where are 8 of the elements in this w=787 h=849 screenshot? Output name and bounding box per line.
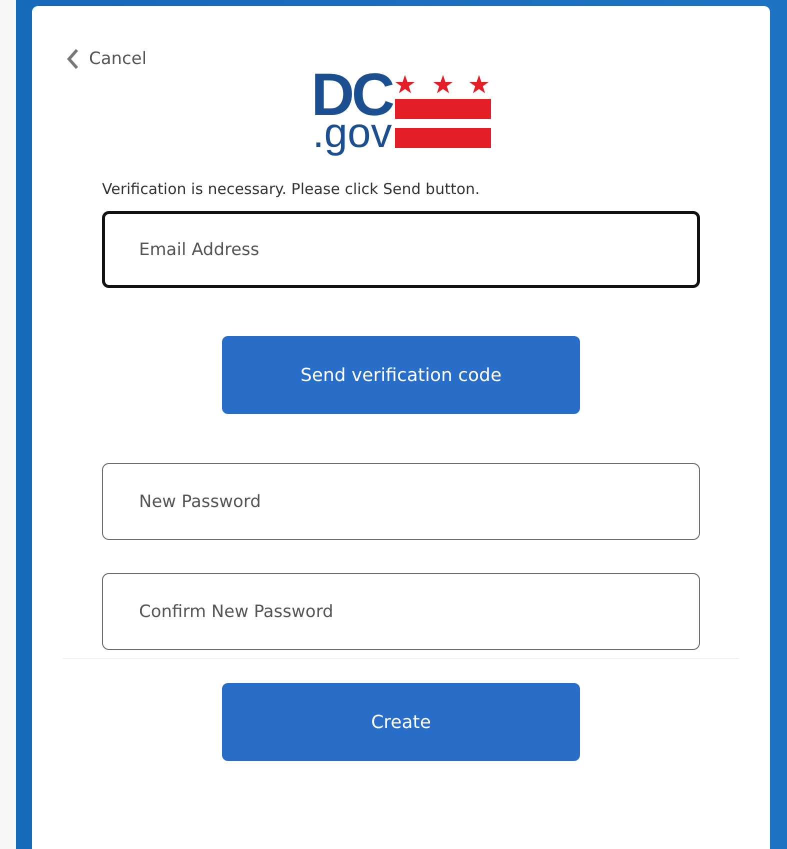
password-field[interactable]: New Password xyxy=(102,463,700,540)
chevron-left-icon xyxy=(66,48,79,70)
send-code-button[interactable]: Send verification code xyxy=(222,336,580,414)
create-button[interactable]: Create xyxy=(222,683,580,761)
cancel-link[interactable]: Cancel xyxy=(66,48,147,70)
email-field[interactable]: Email Address xyxy=(102,211,700,288)
verification-message: Verification is necessary. Please click Send button. xyxy=(102,180,480,198)
password-field[interactable]: Confirm New Password xyxy=(102,573,700,650)
